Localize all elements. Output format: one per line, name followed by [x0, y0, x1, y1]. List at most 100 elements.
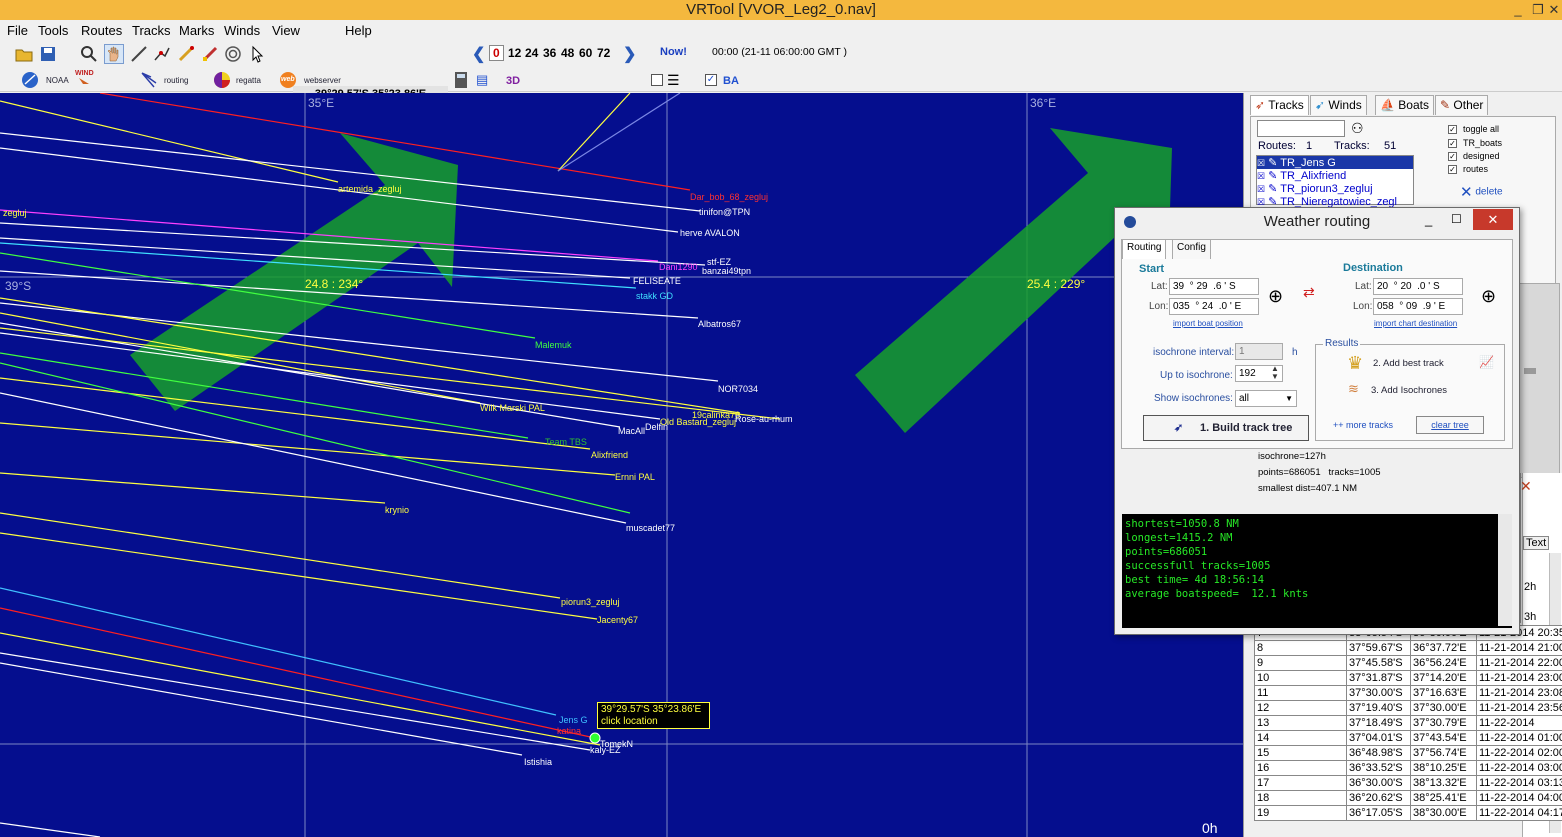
tab-winds[interactable]: ➹ Winds — [1310, 95, 1367, 115]
tab-other[interactable]: ✎ Other — [1435, 95, 1489, 115]
now-button[interactable]: Now! — [660, 46, 687, 58]
tab-boats[interactable]: ⛵ Boats — [1375, 95, 1434, 115]
table-row[interactable]: 937°45.58'S36°56.24'E11-21-2014 22:00:00… — [1254, 655, 1562, 671]
routing-icon[interactable] — [140, 71, 158, 89]
boat-label[interactable]: Alixfriend — [591, 450, 628, 460]
menu-tools[interactable]: Tools — [38, 23, 68, 38]
route-points-table[interactable]: 738°05.54'S36°30.00'E11-21-2014 20:35:07… — [1254, 625, 1562, 821]
boat-label[interactable]: Team TBS — [545, 437, 587, 447]
route-tool-icon[interactable] — [153, 45, 171, 63]
tr-boats-checkbox[interactable]: ✓ TR_boats — [1448, 138, 1502, 149]
menu-winds[interactable]: Winds — [224, 23, 260, 38]
table-row[interactable]: 1936°17.05'S38°30.00'E11-22-2014 04:17:1… — [1254, 805, 1562, 821]
table-row[interactable]: 1636°33.52'S38°10.25'E11-22-2014 03:00:0… — [1254, 760, 1562, 776]
ruler-icon[interactable] — [130, 45, 148, 63]
swap-icon[interactable]: ⇄ — [1303, 284, 1315, 301]
hour-60[interactable]: 60 — [579, 46, 592, 60]
pointer-icon[interactable] — [249, 45, 267, 63]
boat-label[interactable]: NOR7034 — [718, 384, 758, 394]
boat-label[interactable]: Old Bastard_zegluj — [660, 417, 736, 427]
dialog-minimize-button[interactable]: _ — [1425, 212, 1432, 227]
dialog-maximize-button[interactable]: ☐ — [1451, 212, 1462, 226]
track-remove-icon[interactable]: ☒ — [1257, 158, 1265, 168]
hour-12[interactable]: 12 — [508, 46, 521, 60]
webserver-button[interactable]: webserver — [304, 76, 341, 85]
routing-button[interactable]: routing — [164, 76, 188, 85]
noaa-globe-icon[interactable] — [21, 71, 39, 89]
boat-label[interactable]: Ernni PAL — [615, 472, 655, 482]
menu-view[interactable]: View — [272, 23, 300, 38]
boat-label[interactable]: piorun3_zegluj — [561, 597, 620, 607]
boat-label[interactable]: Jacenty67 — [597, 615, 638, 625]
boat-label[interactable]: krynio — [385, 505, 409, 515]
dest-lon-field[interactable]: 058 ° 09 .9 ' E — [1373, 298, 1463, 315]
track-list[interactable]: ☒ ✎ TR_Jens G ☒ ✎ TR_Alixfriend ☒ ✎ TR_p… — [1256, 155, 1414, 208]
close-button[interactable]: ✕ — [1546, 0, 1562, 20]
regatta-button[interactable]: regatta — [236, 76, 261, 85]
boat-label[interactable]: Istishia — [524, 757, 552, 767]
boat-label[interactable]: Albatros67 — [698, 319, 741, 329]
boat-label[interactable]: Jens G — [559, 715, 588, 725]
menu-file[interactable]: File — [7, 23, 28, 38]
hour-48[interactable]: 48 — [561, 46, 574, 60]
track-remove-icon[interactable]: ☒ — [1257, 197, 1265, 207]
boat-label[interactable]: herve AVALON — [680, 228, 740, 238]
table-row[interactable]: 1736°30.00'S38°13.32'E11-22-2014 03:13:2… — [1254, 775, 1562, 791]
dialog-close-button[interactable]: ✕ — [1473, 209, 1513, 230]
hour-72[interactable]: 72 — [597, 46, 610, 60]
noaa-button[interactable]: NOAA — [46, 76, 69, 85]
panel-scrollbar-area[interactable] — [1514, 283, 1560, 478]
show-isochrones-select[interactable]: all ▼ — [1235, 390, 1297, 407]
routes-checkbox[interactable]: ✓ routes — [1448, 164, 1488, 175]
boat-label[interactable]: tinifon@TPN — [699, 207, 750, 217]
3d-button[interactable]: 3D — [506, 75, 520, 87]
menu-help[interactable]: Help — [345, 23, 372, 38]
track-remove-icon[interactable]: ☒ — [1257, 171, 1265, 181]
build-track-tree-button[interactable]: ➶ 1. Build track tree — [1143, 415, 1309, 441]
track-item[interactable]: ☒ ✎ TR_Alixfriend — [1257, 169, 1413, 182]
table-row[interactable]: 1836°20.62'S38°25.41'E11-22-2014 04:00:0… — [1254, 790, 1562, 806]
pan-hand-icon[interactable] — [104, 44, 124, 64]
chart-icon[interactable]: 📈 — [1479, 355, 1494, 369]
boat-label[interactable]: Wilk Marski PAL — [480, 403, 545, 413]
eraser-icon[interactable] — [201, 45, 219, 63]
chart-map[interactable]: 35°E 36°E 39°S 24.8 : 234° 25.4 : 229° 0… — [0, 93, 1243, 837]
table-row[interactable]: 1237°19.40'S37°30.00'E11-21-2014 23:56:2… — [1254, 700, 1562, 716]
boat-label[interactable]: Dar_bob_68_zegluj — [690, 192, 768, 202]
ba-checkbox[interactable]: ✓ — [705, 74, 717, 86]
open-folder-icon[interactable] — [15, 45, 33, 63]
iso-interval-field[interactable]: 1 — [1235, 343, 1283, 360]
track-item[interactable]: ☒ ✎ TR_Jens G — [1257, 156, 1413, 169]
track-search-input[interactable] — [1257, 120, 1345, 137]
binoculars-icon[interactable]: ⚇ — [1351, 120, 1364, 137]
start-lon-field[interactable]: 035 ° 24 .0 ' E — [1169, 298, 1259, 315]
tab-tracks[interactable]: ➶ Tracks — [1250, 95, 1309, 115]
tab-config[interactable]: Config — [1172, 239, 1211, 259]
next-time-icon[interactable]: ❯ — [623, 44, 636, 64]
boat-label[interactable]: katina — [557, 726, 581, 736]
hour-36[interactable]: 36 — [543, 46, 556, 60]
start-crosshair-icon[interactable]: ⊕ — [1268, 286, 1283, 307]
regatta-icon[interactable] — [213, 71, 231, 89]
add-best-track-button[interactable]: 2. Add best track — [1373, 358, 1444, 369]
boat-label[interactable]: stakk GD — [636, 291, 673, 301]
table-row[interactable]: 1137°30.00'S37°16.63'E11-21-2014 23:08:2… — [1254, 685, 1562, 701]
more-tracks-link[interactable]: ++ more tracks — [1333, 420, 1393, 430]
dest-lat-field[interactable]: 20 ° 20 .0 ' S — [1373, 278, 1463, 295]
boat-label[interactable]: zegluj — [3, 208, 27, 218]
zoom-icon[interactable] — [80, 45, 98, 63]
boat-label[interactable]: muscadet77 — [626, 523, 675, 533]
close-grid-icon[interactable]: ✕ — [1520, 478, 1532, 495]
spinner-icon[interactable]: ▲ ▼ — [1271, 365, 1279, 381]
dest-crosshair-icon[interactable]: ⊕ — [1481, 286, 1496, 307]
boat-label[interactable]: MacAll — [618, 426, 645, 436]
table-icon[interactable]: ▤ — [476, 72, 488, 88]
pencil-icon[interactable] — [177, 45, 195, 63]
menu-lines-icon[interactable]: ☰ — [667, 72, 680, 89]
clear-tree-button[interactable]: clear tree — [1416, 416, 1484, 434]
save-icon[interactable] — [39, 45, 57, 63]
boat-label[interactable]: FELISEATE — [633, 276, 681, 286]
track-remove-icon[interactable]: ☒ — [1257, 184, 1265, 194]
boat-label[interactable]: kaly-EZ — [590, 745, 621, 755]
menu-marks[interactable]: Marks — [179, 23, 214, 38]
